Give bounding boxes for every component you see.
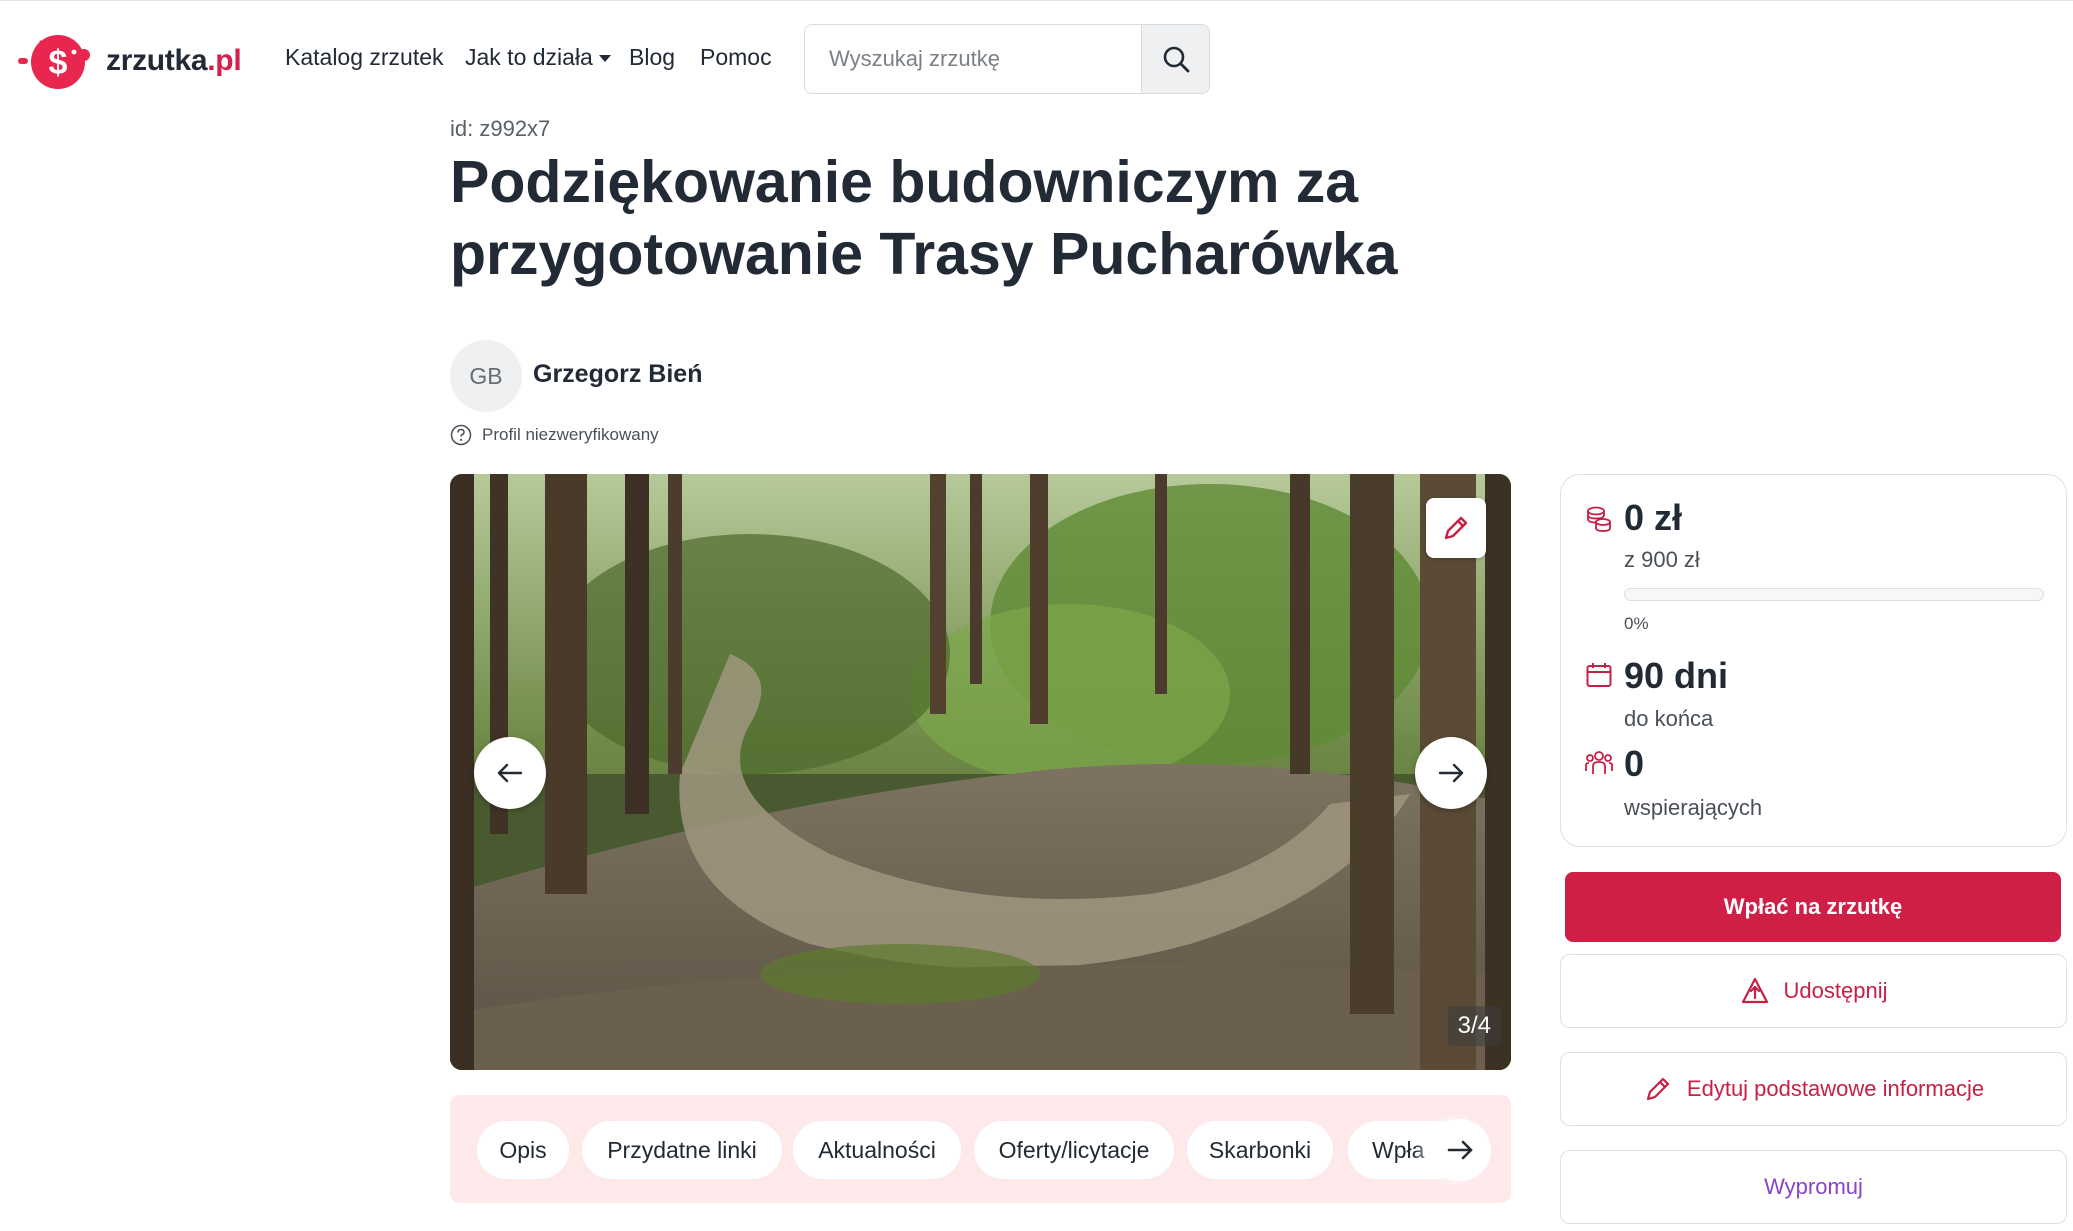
verification-status: Profil niezweryfikowany [450,424,659,446]
section-tabs: Opis Przydatne linki Aktualności Oferty/… [450,1095,1511,1203]
promote-button[interactable]: Wypromuj [1560,1150,2067,1224]
image-gallery: 3/4 [450,474,1511,1070]
share-button[interactable]: Udostępnij [1560,954,2067,1028]
organizer-name[interactable]: Grzegorz Bień [533,360,702,389]
edit-info-label: Edytuj podstawowe informacje [1686,1076,1985,1101]
piggy-logo-icon: $ [18,35,90,89]
supporters-count: 0 [1624,743,1645,784]
edit-photo-button[interactable] [1426,498,1486,558]
donate-button[interactable]: Wpłać na zrzutkę [1565,872,2061,942]
pencil-icon [1646,1077,1670,1101]
tab-oferty-licytacje[interactable]: Oferty/licytacje [974,1121,1174,1179]
nav-blog[interactable]: Blog [629,44,675,71]
goal-amount: z 900 zł [1624,547,1700,572]
stats-card: 0 zł z 900 zł 0% 90 dni do końca 0 wspie… [1560,474,2067,847]
days-remaining: 90 dni [1624,655,1729,696]
tabs-scroll-next-button[interactable] [1429,1119,1491,1181]
tab-aktualnosci[interactable]: Aktualności [793,1121,961,1179]
gallery-counter: 3/4 [1447,1006,1501,1046]
tab-opis[interactable]: Opis [477,1121,569,1179]
nav-pomoc[interactable]: Pomoc [700,44,772,71]
search-input[interactable] [805,25,1141,93]
svg-text:$: $ [49,44,68,82]
logo[interactable]: $ zrzutka.pl [16,30,242,92]
tab-skarbonki[interactable]: Skarbonki [1187,1121,1333,1179]
page-title: Podziękowanie budowniczym za przygotowan… [450,149,1398,287]
search-box [804,24,1210,94]
raised-amount: 0 zł [1624,497,1683,538]
search-icon [1163,46,1189,73]
campaign-id: id: z992x7 [450,116,551,141]
calendar-icon [1586,663,1612,687]
supporters-label: wspierających [1624,795,1763,820]
arrow-right-icon [1438,763,1464,783]
share-icon [1741,977,1768,1004]
tab-przydatne-linki[interactable]: Przydatne linki [582,1121,782,1179]
forest-trail-photo [450,474,1511,1070]
share-label: Udostępnij [1783,978,1888,1003]
top-border [0,0,2073,1]
days-label: do końca [1624,706,1714,731]
coins-icon [1587,506,1611,532]
search-button[interactable] [1141,25,1209,93]
progress-percent: 0% [1624,614,1649,633]
logo-text: zrzutka.pl [106,44,242,77]
arrow-left-icon [497,763,523,783]
avatar[interactable]: GB [450,340,522,412]
arrow-right-icon [1447,1140,1473,1160]
pencil-icon [1444,516,1468,540]
verification-label: Profil niezweryfikowany [482,425,659,444]
question-circle-icon [450,424,472,446]
supporters-icon [1585,751,1613,774]
edit-info-button[interactable]: Edytuj podstawowe informacje [1560,1052,2067,1126]
caret-down-icon [598,55,611,63]
nav-jak-to-dziala[interactable]: Jak to działa [465,44,611,71]
nav-jak-to-dziala-label: Jak to działa [465,44,593,70]
gallery-next-button[interactable] [1415,737,1487,809]
nav-katalog-zrzutek[interactable]: Katalog zrzutek [285,44,444,71]
progress-bar [1624,588,2044,601]
gallery-prev-button[interactable] [474,737,546,809]
